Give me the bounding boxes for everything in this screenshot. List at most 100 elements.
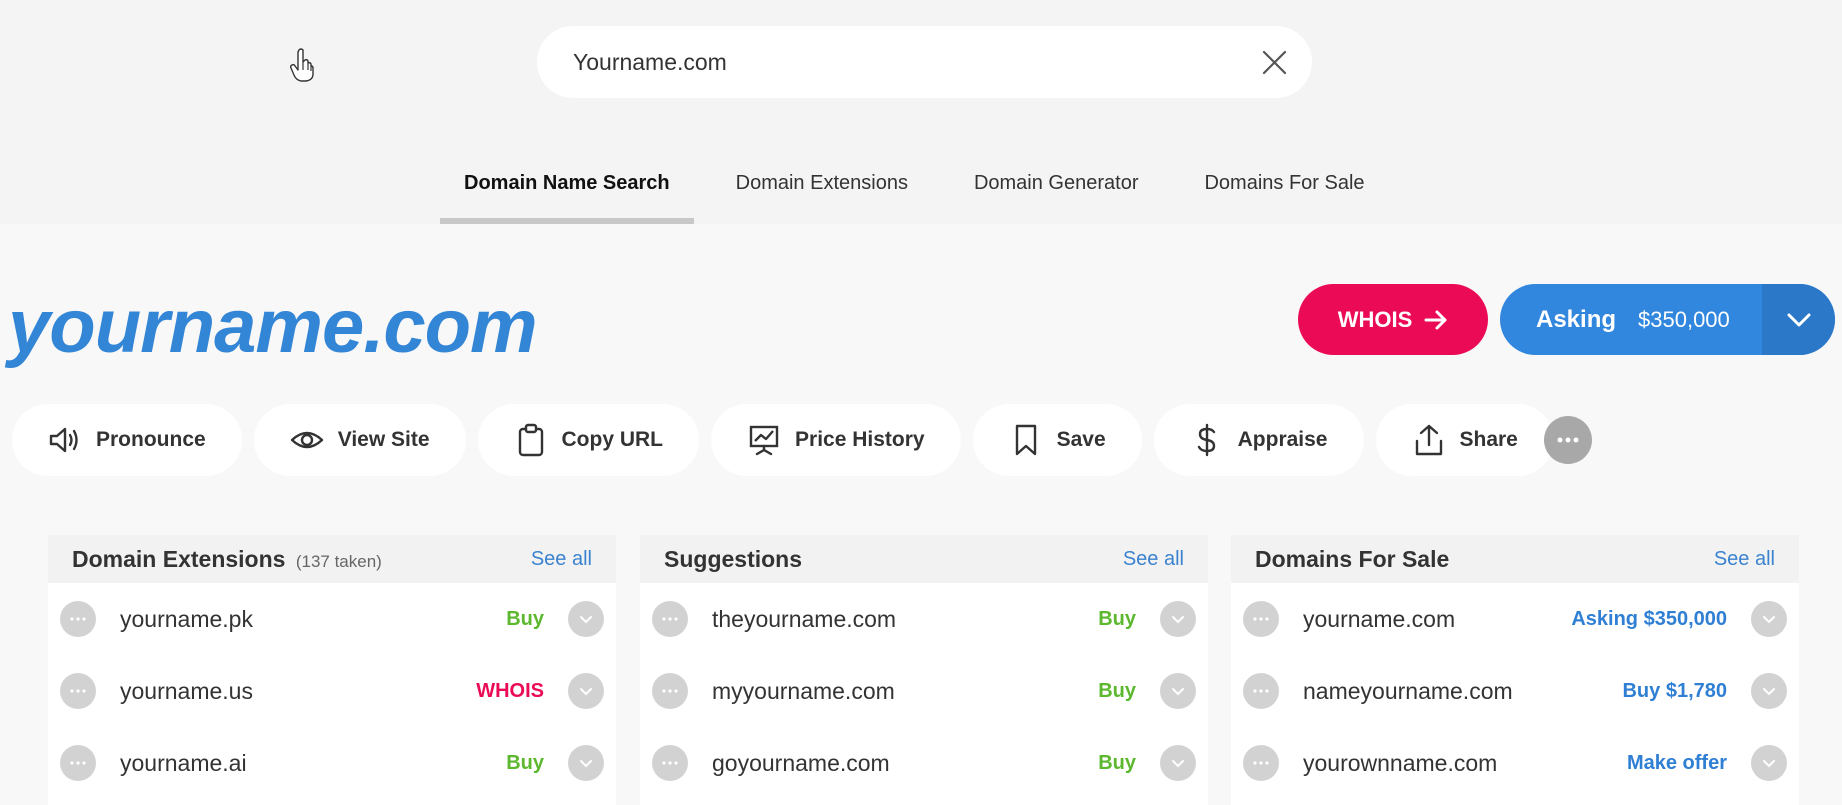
domain-name: goyourname.com [712, 749, 890, 776]
panel-title: Domains For Sale [1255, 546, 1449, 573]
domain-name: yourname.pk [120, 605, 253, 632]
tab-domain-generator[interactable]: Domain Generator [950, 150, 1163, 224]
tab-domain-name-search[interactable]: Domain Name Search [440, 150, 694, 224]
ellipsis-icon[interactable] [652, 673, 688, 709]
ellipsis-icon[interactable] [60, 745, 96, 781]
chevron-down-icon[interactable] [568, 745, 604, 781]
buy-price-link[interactable]: Buy $1,780 [1622, 680, 1727, 703]
tab-domain-extensions[interactable]: Domain Extensions [712, 150, 932, 224]
chevron-down-icon[interactable] [1160, 601, 1196, 637]
panel-title-text: Suggestions [664, 545, 803, 572]
action-bar: Pronounce View Site Copy URL Price Histo… [12, 404, 1554, 476]
share-button[interactable]: Share [1375, 404, 1554, 476]
view-site-button[interactable]: View Site [253, 404, 466, 476]
domains-for-sale-panel: Domains For Sale See all yourname.com As… [1231, 535, 1799, 805]
domain-name: nameyourname.com [1303, 677, 1513, 704]
panel-header: Domain Extensions (137 taken) See all [48, 535, 616, 583]
tab-domains-for-sale[interactable]: Domains For Sale [1180, 150, 1388, 224]
chart-icon [749, 425, 779, 456]
nav-tabs: Domain Name Search Domain Extensions Dom… [440, 150, 1407, 224]
domain-name: theyourname.com [712, 605, 897, 632]
domain-title: yourname.com [8, 284, 538, 369]
asking-label: Asking [1536, 305, 1617, 333]
chevron-down-icon[interactable] [1160, 745, 1196, 781]
list-item: yourname.com Asking $350,000 [1231, 583, 1799, 655]
asking-price-main[interactable]: Asking $350,000 [1500, 284, 1762, 355]
buy-link[interactable]: Buy [1098, 752, 1136, 775]
domain-extensions-panel: Domain Extensions (137 taken) See all yo… [48, 535, 616, 805]
panel-title-text: Domains For Sale [1255, 545, 1450, 572]
buy-link[interactable]: Buy [1098, 608, 1136, 631]
see-all-link[interactable]: See all [531, 548, 592, 571]
appraise-label: Appraise [1237, 428, 1328, 451]
search-bar[interactable]: Yourname.com [537, 26, 1312, 98]
list-item: yourname.pk Buy [48, 583, 616, 655]
list-item: yourname.us WHOIS [48, 655, 616, 727]
save-button[interactable]: Save [972, 404, 1142, 476]
appraise-button[interactable]: Appraise [1153, 404, 1364, 476]
more-actions-button[interactable] [1544, 416, 1592, 464]
save-label: Save [1056, 428, 1106, 451]
list-item: myyourname.com Buy [640, 655, 1208, 727]
ellipsis-icon[interactable] [652, 745, 688, 781]
pronounce-label: Pronounce [96, 428, 206, 451]
copy-url-label: Copy URL [561, 428, 664, 451]
chevron-down-icon[interactable] [568, 601, 604, 637]
share-label: Share [1459, 428, 1518, 451]
make-offer-link[interactable]: Make offer [1627, 752, 1727, 775]
pronounce-button[interactable]: Pronounce [12, 404, 242, 476]
arrow-right-icon [1424, 310, 1447, 329]
asking-price: $350,000 [1638, 306, 1730, 332]
suggestions-panel: Suggestions See all theyourname.com Buy … [640, 535, 1208, 805]
list-item: yourownname.com Make offer [1231, 727, 1799, 799]
search-input[interactable]: Yourname.com [573, 49, 727, 76]
see-all-link[interactable]: See all [1123, 548, 1184, 571]
hand-cursor-icon [290, 48, 314, 82]
chevron-down-icon[interactable] [1160, 673, 1196, 709]
copy-url-button[interactable]: Copy URL [477, 404, 700, 476]
domain-name: myyourname.com [712, 677, 895, 704]
ellipsis-icon[interactable] [60, 673, 96, 709]
bookmark-icon [1015, 424, 1036, 456]
list-item: nameyourname.com Buy $1,780 [1231, 655, 1799, 727]
chevron-down-icon[interactable] [1751, 601, 1787, 637]
asking-price-button: Asking $350,000 [1500, 284, 1835, 355]
clipboard-icon [518, 423, 543, 457]
whois-button[interactable]: WHOIS [1298, 284, 1488, 355]
domain-name: yourownname.com [1303, 749, 1498, 776]
top-bar: Yourname.com Domain Name Search Domain E… [0, 0, 1842, 224]
panel-header: Suggestions See all [640, 535, 1208, 583]
whois-link[interactable]: WHOIS [476, 680, 544, 703]
ellipsis-icon[interactable] [1243, 745, 1279, 781]
share-icon [1415, 424, 1442, 456]
ellipsis-icon[interactable] [1243, 673, 1279, 709]
chevron-down-icon[interactable] [1751, 673, 1787, 709]
buy-link[interactable]: Buy [1098, 680, 1136, 703]
chevron-down-icon[interactable] [1751, 745, 1787, 781]
panel-title-text: Domain Extensions [72, 545, 286, 572]
price-history-button[interactable]: Price History [711, 404, 961, 476]
panel-header: Domains For Sale See all [1231, 535, 1799, 583]
dollar-icon [1197, 423, 1215, 457]
domain-name: yourname.us [120, 677, 253, 704]
close-icon[interactable] [1262, 50, 1287, 75]
domain-name: yourname.com [1303, 605, 1456, 632]
price-history-label: Price History [795, 428, 925, 451]
asking-price-link[interactable]: Asking $350,000 [1571, 608, 1727, 631]
buy-link[interactable]: Buy [506, 608, 544, 631]
list-item: yourname.ai Buy [48, 727, 616, 799]
ellipsis-icon[interactable] [652, 601, 688, 637]
eye-icon [290, 431, 323, 449]
domain-name: yourname.ai [120, 749, 247, 776]
list-item: goyourname.com Buy [640, 727, 1208, 799]
see-all-link[interactable]: See all [1714, 548, 1775, 571]
buy-link[interactable]: Buy [506, 752, 544, 775]
asking-dropdown-toggle[interactable] [1762, 284, 1835, 355]
chevron-down-icon[interactable] [568, 673, 604, 709]
ellipsis-icon [1557, 437, 1579, 443]
ellipsis-icon[interactable] [60, 601, 96, 637]
taken-count: (137 taken) [295, 551, 382, 571]
speaker-icon [49, 427, 78, 453]
panel-title: Suggestions [664, 546, 802, 573]
ellipsis-icon[interactable] [1243, 601, 1279, 637]
